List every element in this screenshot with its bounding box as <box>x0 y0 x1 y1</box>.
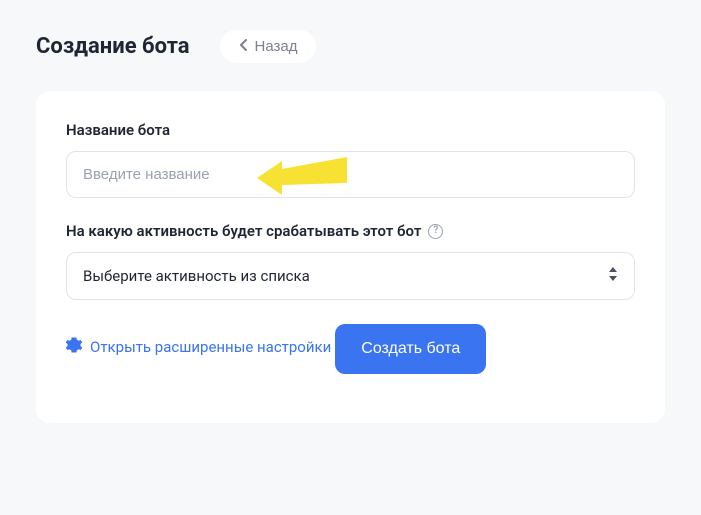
page-title: Создание бота <box>36 34 190 59</box>
name-label: Название бота <box>66 121 635 139</box>
page-header: Создание бота Назад <box>36 30 665 63</box>
settings-icon <box>66 337 82 357</box>
form-card: Название бота На какую активность будет … <box>36 91 665 423</box>
back-button-label: Назад <box>255 38 298 55</box>
sort-icon <box>608 267 618 285</box>
activity-label: На какую активность будет срабатывать эт… <box>66 222 635 240</box>
activity-select-wrapper: Выберите активность из списка <box>66 252 635 300</box>
help-icon[interactable]: ? <box>428 224 443 239</box>
activity-field-group: На какую активность будет срабатывать эт… <box>66 222 635 300</box>
name-field-group: Название бота <box>66 121 635 198</box>
bot-name-input[interactable] <box>66 151 635 198</box>
back-button[interactable]: Назад <box>220 30 316 63</box>
create-bot-label: Создать бота <box>361 340 460 357</box>
create-bot-button[interactable]: Создать бота <box>335 324 486 374</box>
chevron-left-icon <box>238 38 248 55</box>
advanced-settings-label: Открыть расширенные настройки <box>90 338 331 356</box>
activity-label-text: На какую активность будет срабатывать эт… <box>66 222 421 240</box>
activity-select-value: Выберите активность из списка <box>83 267 310 285</box>
name-input-wrapper <box>66 151 635 198</box>
advanced-settings-link[interactable]: Открыть расширенные настройки <box>66 337 331 357</box>
activity-select[interactable]: Выберите активность из списка <box>66 252 635 300</box>
